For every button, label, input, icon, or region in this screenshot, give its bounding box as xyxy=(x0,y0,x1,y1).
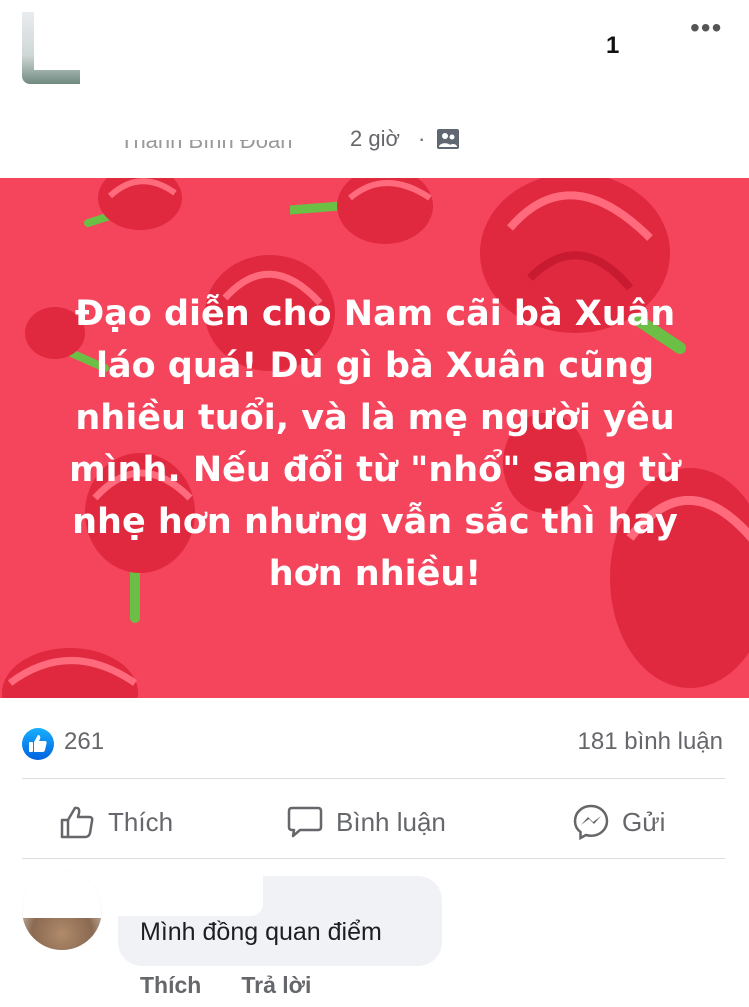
friends-icon xyxy=(437,129,459,149)
comment-actions: Thích Trả lời xyxy=(140,972,311,999)
comment-reply-link[interactable]: Trả lời xyxy=(241,972,311,999)
commenter-avatar[interactable] xyxy=(22,870,102,950)
redacted-area xyxy=(118,876,263,916)
post-background: Đạo diễn cho Nam cãi bà Xuân láo quá! Dù… xyxy=(0,178,749,698)
comment-like-link[interactable]: Thích xyxy=(140,972,201,999)
rose-decoration xyxy=(2,648,138,698)
more-options-icon[interactable]: ••• xyxy=(690,14,722,42)
separator: · xyxy=(418,126,426,151)
like-reaction-icon[interactable] xyxy=(22,728,54,760)
thumbs-up-icon xyxy=(60,806,94,839)
post-timestamp[interactable]: 2 giờ xyxy=(350,126,400,152)
comment-icon xyxy=(287,806,323,838)
messenger-icon xyxy=(573,804,609,841)
send-button-label: Gửi xyxy=(622,806,666,837)
redacted-area xyxy=(22,870,102,918)
comment-text: Mình đồng quan điểm xyxy=(140,918,382,946)
post-header: 1 ••• Thanh Bình Đoàn 2 giờ · xyxy=(0,0,749,170)
comment-button[interactable]: Bình luận xyxy=(286,800,446,844)
divider xyxy=(22,858,725,859)
comment-count[interactable]: 181 bình luận xyxy=(578,728,723,756)
rose-decoration xyxy=(290,178,433,244)
send-button[interactable]: Gửi xyxy=(572,800,665,844)
divider xyxy=(22,778,725,779)
like-button[interactable]: Thích xyxy=(58,800,173,844)
comment-button-label: Bình luận xyxy=(336,806,446,837)
post-text: Đạo diễn cho Nam cãi bà Xuân láo quá! Dù… xyxy=(69,294,681,594)
rose-decoration xyxy=(84,178,182,230)
like-button-label: Thích xyxy=(108,806,174,837)
badge-count: 1 xyxy=(606,32,620,59)
like-count[interactable]: 261 xyxy=(64,728,104,756)
redacted-area xyxy=(34,10,534,70)
author-name[interactable]: Thanh Bình Đoàn xyxy=(120,140,292,150)
